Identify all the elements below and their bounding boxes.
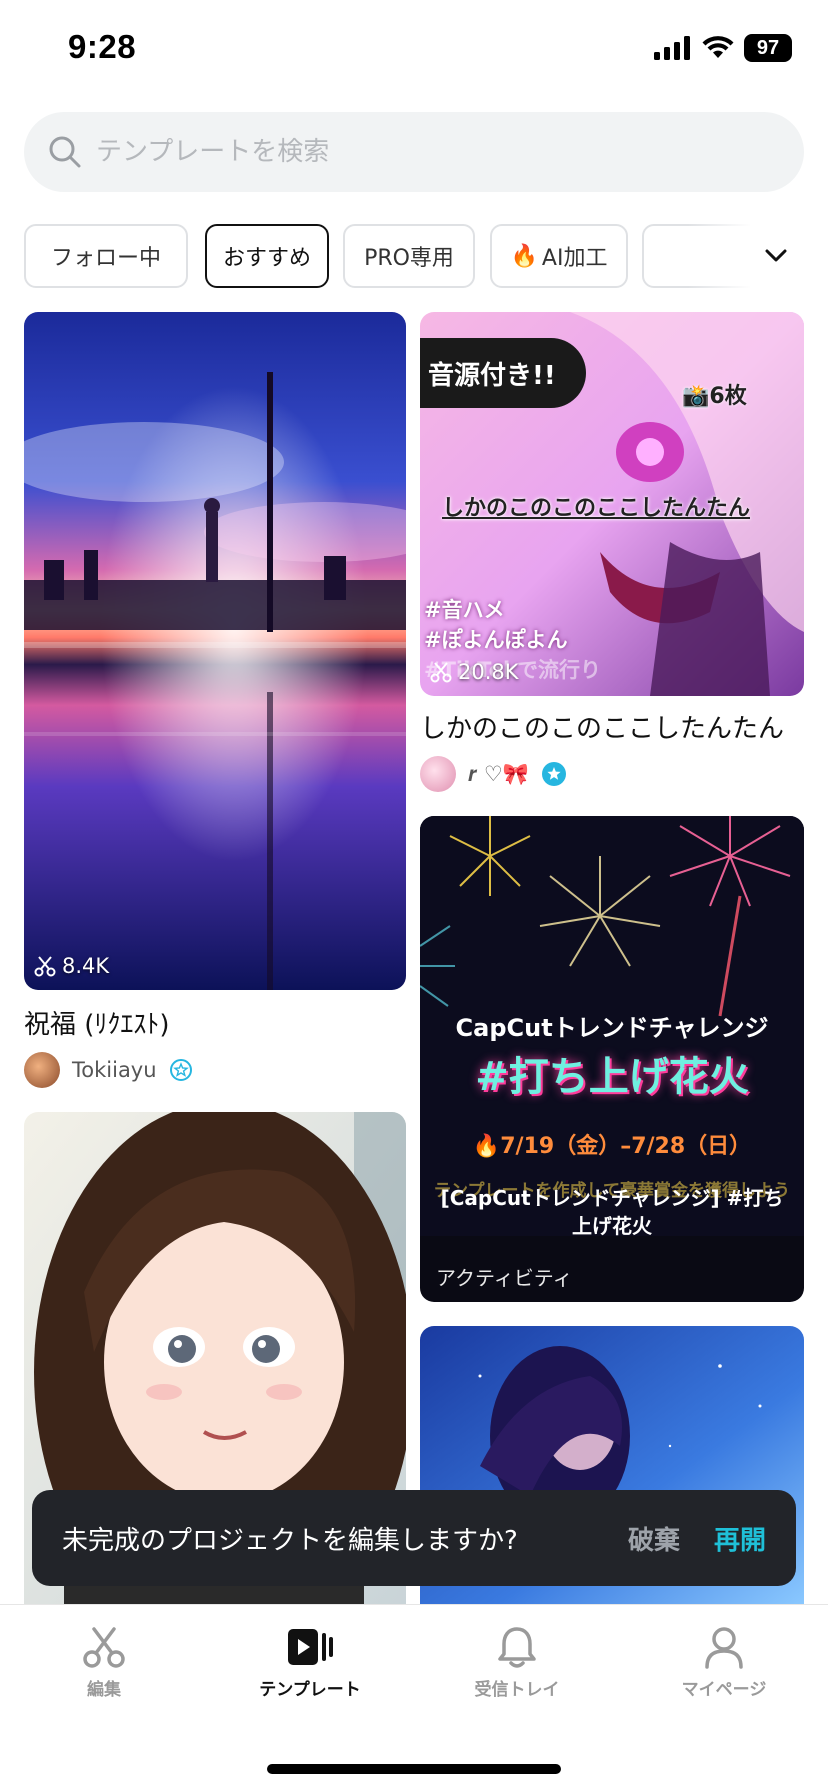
fire-icon: 🔥 [510,243,538,269]
template-play-icon [288,1629,333,1665]
status-icons: 97 [654,34,792,62]
scissors-icon [34,956,56,977]
chip-label: AI加工 [541,246,608,271]
chip-following[interactable]: フォロー中 [24,224,188,288]
toast-message: 未完成のプロジェクトを編集しますか? [62,1525,518,1556]
resume-project-toast: 未完成のプロジェクトを編集しますか? 破棄 再開 [32,1490,796,1586]
chip-recommended[interactable]: おすすめ [205,224,329,288]
search-icon [49,136,81,168]
status-time: 9:28 [68,28,137,65]
battery-indicator: 97 [744,34,792,62]
user-icon [705,1627,743,1669]
template-screen: 9:28 97 フォロー中 おすすめ PRO専用 [0,0,828,1792]
challenge-title: [CapCutトレンドチャレンジ] #打ち上げ花火 [440,1186,784,1238]
template-author[interactable]: Tokiiayu [24,1052,193,1088]
challenge-hashtag: #打ち上げ花火 [475,1054,749,1100]
usage-count: 20.8K [430,660,519,684]
overlay-tag: #ぽよんぽよん [424,628,568,652]
chip-label: おすすめ [222,246,311,271]
challenge-card[interactable]: CapCutトレンドチャレンジ #打ち上げ花火 🔥7/19（金）–7/28（日）… [420,816,804,1302]
discard-button[interactable]: 破棄 [628,1520,680,1557]
scissors-icon [83,1627,125,1668]
avatar [420,756,456,792]
overlay-title: しかのこのこのここしたんたん [442,496,751,521]
chip-label: PRO専用 [364,246,454,271]
chevron-down-icon [765,249,787,262]
activity-label: アクティビティ [436,1266,573,1290]
photo-count: 📸6枚 [682,384,747,409]
audio-badge: 音源付き!! [420,338,586,408]
chip-expand-button[interactable] [688,224,828,288]
tab-label: 受信トレイ [474,1680,560,1700]
template-card-image[interactable]: 音源付き!! 📸6枚 しかのこのこのここしたんたん #音ハメ #ぽよんぽよん #… [420,312,804,696]
template-title[interactable]: しかのこのこのここしたんたん [420,708,784,745]
tab-label: テンプレート [259,1680,361,1700]
chip-ai-edit[interactable]: 🔥 AI加工 [490,224,628,288]
search-input[interactable] [96,137,736,167]
avatar [24,1052,60,1088]
usage-count-value: 20.8K [458,660,519,684]
bell-icon [498,1627,536,1668]
search-bar[interactable] [24,112,804,192]
verified-badge-icon [541,762,566,786]
author-name: Tokiiayu [72,1058,157,1082]
usage-count: 8.4K [34,954,109,978]
challenge-dates: 🔥7/19（金）–7/28（日） [472,1134,752,1159]
tab-edit[interactable]: 編集 [24,1625,184,1700]
audio-badge-label: 音源付き!! [428,360,556,391]
tab-inbox[interactable]: 受信トレイ [437,1625,597,1700]
wifi-icon [702,36,734,58]
template-author[interactable]: 𝒓 ♡🎀 [420,756,567,792]
scissors-icon [430,662,452,683]
challenge-headline: CapCutトレンドチャレンジ [455,1014,769,1042]
author-name: 𝒓 ♡🎀 [468,761,529,786]
overlay-tag: #音ハメ [424,598,505,622]
tab-my-page[interactable]: マイページ [644,1625,804,1700]
chip-pro-only[interactable]: PRO専用 [343,224,475,288]
template-title[interactable]: 祝福 (ﾘｸｴｽﾄ) [24,1004,170,1041]
tab-label: マイページ [681,1680,767,1700]
signal-icon [654,36,690,60]
resume-button[interactable]: 再開 [714,1520,766,1557]
tab-templates[interactable]: テンプレート [230,1625,390,1700]
usage-count-value: 8.4K [62,954,110,978]
status-bar: 9:28 97 [0,0,828,100]
chip-label: フォロー中 [50,246,161,271]
tab-label: 編集 [87,1680,121,1700]
template-card-image[interactable]: 8.4K [24,312,406,990]
home-indicator [267,1764,561,1774]
thumbnail-artwork [24,312,406,990]
verified-badge-icon [169,1059,192,1081]
